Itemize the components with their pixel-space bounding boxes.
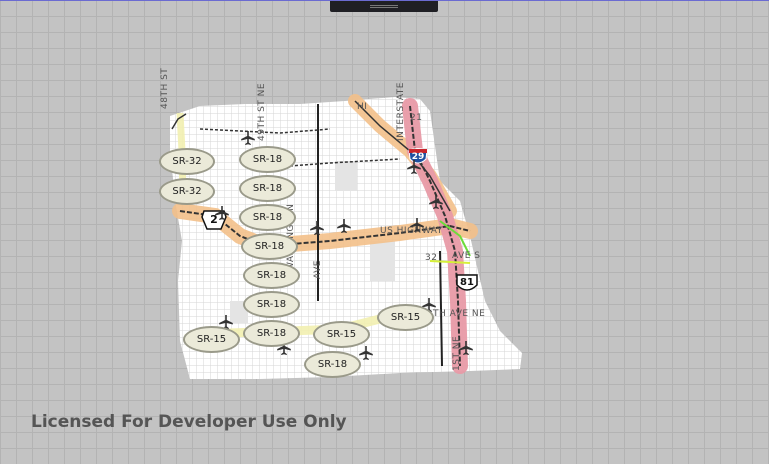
- street-label-interstate: INTERSTATE: [396, 82, 406, 141]
- airport-icon[interactable]: [457, 339, 475, 357]
- street-label-48th: 48TH ST: [160, 67, 170, 109]
- street-label-ave-s: AVE S: [452, 251, 481, 261]
- route-label-sr-15[interactable]: SR-15: [183, 326, 240, 353]
- route-label-sr-18[interactable]: SR-18: [243, 291, 300, 318]
- route-label-sr-32[interactable]: SR-32: [159, 178, 215, 205]
- route-label-sr-18[interactable]: SR-18: [241, 233, 298, 260]
- license-watermark: Licensed For Developer Use Only: [31, 412, 347, 432]
- dense-block: [335, 161, 357, 191]
- airport-icon[interactable]: [239, 129, 257, 147]
- route-label-sr-18[interactable]: SR-18: [304, 351, 361, 378]
- airport-icon[interactable]: [335, 217, 353, 235]
- route-label-sr-15[interactable]: SR-15: [313, 321, 370, 348]
- route-label-sr-18[interactable]: SR-18: [239, 146, 296, 173]
- street-label-32: 32: [425, 253, 438, 263]
- us-81-shield[interactable]: 81: [455, 273, 479, 295]
- airport-icon[interactable]: [308, 219, 326, 237]
- route-label-sr-15[interactable]: SR-15: [377, 304, 434, 331]
- airport-icon[interactable]: [427, 193, 445, 211]
- dense-block: [370, 241, 395, 281]
- airport-icon[interactable]: [405, 158, 423, 176]
- airport-icon[interactable]: [357, 344, 375, 362]
- street-label-th-ave-ne: TH AVE NE: [433, 309, 486, 319]
- route-label-sr-32[interactable]: SR-32: [159, 148, 215, 175]
- route-label-sr-18[interactable]: SR-18: [243, 320, 300, 347]
- street-label-21: 21: [410, 113, 423, 123]
- street-label-hi: HI: [357, 102, 368, 112]
- route-label-sr-18[interactable]: SR-18: [243, 262, 300, 289]
- shield-number: 81: [460, 277, 474, 288]
- route-label-sr-18[interactable]: SR-18: [239, 204, 296, 231]
- street-label-49th: 49TH ST NE: [257, 82, 267, 141]
- airport-icon[interactable]: [408, 216, 426, 234]
- street-label-ave: AVE: [313, 260, 323, 279]
- route-label-sr-18[interactable]: SR-18: [239, 175, 296, 202]
- airport-icon[interactable]: [213, 204, 231, 222]
